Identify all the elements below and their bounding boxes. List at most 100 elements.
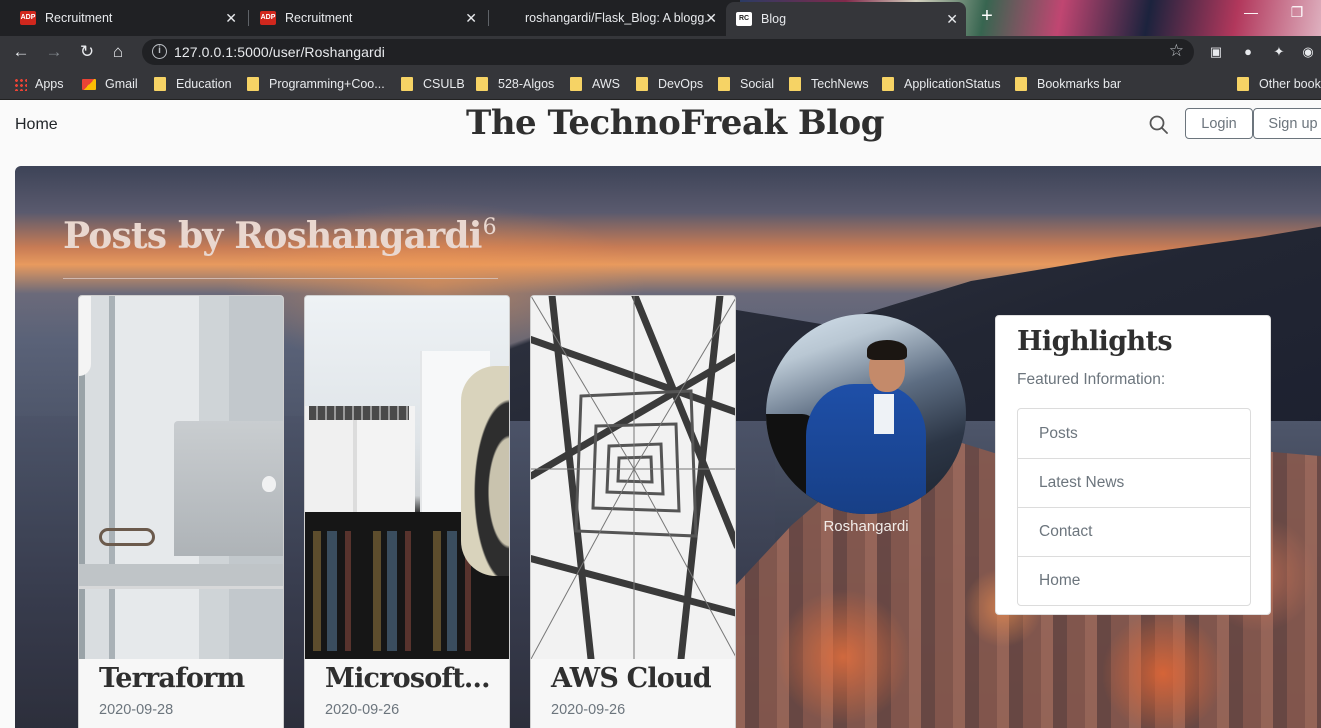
page-content: Home The TechnoFreak Blog Login Sign up … (0, 101, 1321, 728)
highlights-subtitle: Featured Information: (1017, 371, 1166, 388)
bookmark-folder-technews[interactable]: TechNews (789, 68, 869, 100)
bookmark-folder-aws[interactable]: AWS (570, 68, 620, 100)
signup-button[interactable]: Sign up (1253, 108, 1321, 139)
minimize-icon[interactable]: — (1231, 4, 1271, 20)
post-title[interactable]: Microsoft... (325, 663, 491, 694)
post-thumbnail[interactable] (531, 296, 735, 659)
post-card[interactable]: Microsoft... 2020-09-26 (304, 295, 510, 728)
site-header: Home The TechnoFreak Blog Login Sign up (0, 101, 1321, 163)
bookmark-folder-other[interactable]: Other book (1237, 68, 1321, 100)
close-icon[interactable]: ✕ (705, 10, 717, 27)
search-icon[interactable] (1148, 114, 1170, 136)
folder-icon (1237, 77, 1249, 91)
bookmark-folder-social[interactable]: Social (718, 68, 774, 100)
bookmark-folder-bookmarks-bar[interactable]: Bookmarks bar (1015, 68, 1121, 100)
highlights-panel: Highlights Featured Information: Posts L… (995, 315, 1271, 615)
close-icon[interactable]: ✕ (225, 10, 237, 27)
address-bar[interactable]: i 127.0.0.1:5000/user/Roshangardi ☆ (142, 39, 1194, 65)
bookmark-folder-programming[interactable]: Programming+Coo... (247, 68, 385, 100)
bookmark-folder-applicationstatus[interactable]: ApplicationStatus (882, 68, 1001, 100)
cups (309, 406, 409, 420)
folder-icon (882, 77, 894, 91)
avatar (766, 314, 966, 514)
glasses (99, 528, 155, 546)
headphones (461, 366, 509, 576)
heading-divider (63, 278, 498, 279)
cast-icon[interactable]: ▣ (1208, 44, 1224, 60)
folder-icon (401, 77, 413, 91)
bookmark-gmail[interactable]: Gmail (82, 68, 138, 100)
browser-toolbar: ← → ↻ ⌂ i 127.0.0.1:5000/user/Roshangard… (0, 36, 1321, 68)
bookmarks-bar: Apps Gmail Education Programming+Coo... … (0, 68, 1321, 100)
post-thumbnail[interactable] (305, 296, 509, 659)
bookmark-apps[interactable]: Apps (14, 68, 64, 100)
browser-tab-4-active[interactable]: RC Blog ✕ (726, 2, 966, 36)
highlight-item-home[interactable]: Home (1018, 556, 1250, 605)
post-thumbnail[interactable] (79, 296, 283, 659)
cookie-extension-icon[interactable]: ● (1240, 44, 1256, 60)
desk (79, 564, 283, 586)
reload-icon[interactable]: ↻ (76, 41, 98, 63)
suit (806, 384, 926, 514)
folder-icon (636, 77, 648, 91)
bookmark-folder-devops[interactable]: DevOps (636, 68, 703, 100)
shelf (305, 406, 415, 526)
back-icon[interactable]: ← (10, 41, 32, 63)
close-icon[interactable]: ✕ (465, 10, 477, 27)
bookmark-folder-528-algos[interactable]: 528-Algos (476, 68, 554, 100)
tab-title: Recruitment (45, 11, 113, 25)
browser-tab-2[interactable]: ADP Recruitment ✕ (250, 4, 485, 32)
restore-icon[interactable]: ❐ (1277, 4, 1317, 21)
post-title[interactable]: AWS Cloud (551, 663, 712, 694)
bookmark-star-icon[interactable]: ☆ (1169, 41, 1184, 61)
adp-icon: ADP (20, 11, 36, 25)
folder-icon (718, 77, 730, 91)
close-icon[interactable]: ✕ (946, 11, 958, 28)
post-date: 2020-09-26 (325, 702, 400, 718)
shirt (874, 394, 894, 434)
browser-tab-bar: ADP Recruitment ✕ ADP Recruitment ✕ rosh… (0, 0, 1321, 36)
folder-icon (154, 77, 166, 91)
adp-icon: ADP (260, 11, 276, 25)
extensions-puzzle-icon[interactable]: ✦ (1271, 44, 1287, 60)
browser-tab-1[interactable]: ADP Recruitment ✕ (10, 4, 245, 32)
browser-tab-3[interactable]: roshangardi/Flask_Blog: A blogg... ✕ (490, 4, 725, 32)
profile-username: Roshangardi (823, 518, 909, 535)
lamp (79, 296, 91, 376)
github-icon (500, 11, 516, 25)
blog-title: The TechnoFreak Blog (466, 103, 884, 143)
tab-title: Blog (761, 12, 787, 26)
post-count: 6 (482, 215, 497, 240)
bookmark-folder-education[interactable]: Education (154, 68, 232, 100)
post-card[interactable]: AWS Cloud 2020-09-26 (530, 295, 736, 728)
folder-icon (247, 77, 259, 91)
highlights-list: Posts Latest News Contact Home (1017, 408, 1251, 606)
folder-icon (570, 77, 582, 91)
folder-icon (476, 77, 488, 91)
highlights-title: Highlights (1017, 326, 1173, 357)
tab-title: Recruitment (285, 11, 353, 25)
rc-icon: RC (736, 12, 752, 26)
url-text[interactable]: 127.0.0.1:5000/user/Roshangardi (174, 44, 385, 60)
gmail-icon (82, 78, 96, 90)
hair (867, 340, 907, 360)
highlight-item-latest-news[interactable]: Latest News (1018, 458, 1250, 507)
apple-logo-icon (262, 476, 276, 492)
profile-avatar-icon[interactable]: ◉ (1300, 44, 1316, 60)
folder-icon (1015, 77, 1027, 91)
forward-icon[interactable]: → (43, 41, 65, 63)
post-card[interactable]: Terraform 2020-09-28 (78, 295, 284, 728)
bookmark-folder-csulb[interactable]: CSULB (401, 68, 465, 100)
post-date: 2020-09-26 (551, 702, 626, 718)
site-info-icon[interactable]: i (152, 44, 167, 59)
apps-grid-icon (14, 77, 27, 91)
home-icon[interactable]: ⌂ (107, 41, 129, 63)
post-title[interactable]: Terraform (99, 663, 245, 694)
new-tab-icon[interactable]: + (976, 5, 998, 28)
highlight-item-posts[interactable]: Posts (1018, 409, 1250, 458)
login-button[interactable]: Login (1185, 108, 1253, 139)
highlight-item-contact[interactable]: Contact (1018, 507, 1250, 556)
posts-heading: Posts by Roshangardi6 (63, 215, 497, 257)
post-date: 2020-09-28 (99, 702, 174, 718)
tab-title: roshangardi/Flask_Blog: A blogg... (525, 11, 707, 25)
